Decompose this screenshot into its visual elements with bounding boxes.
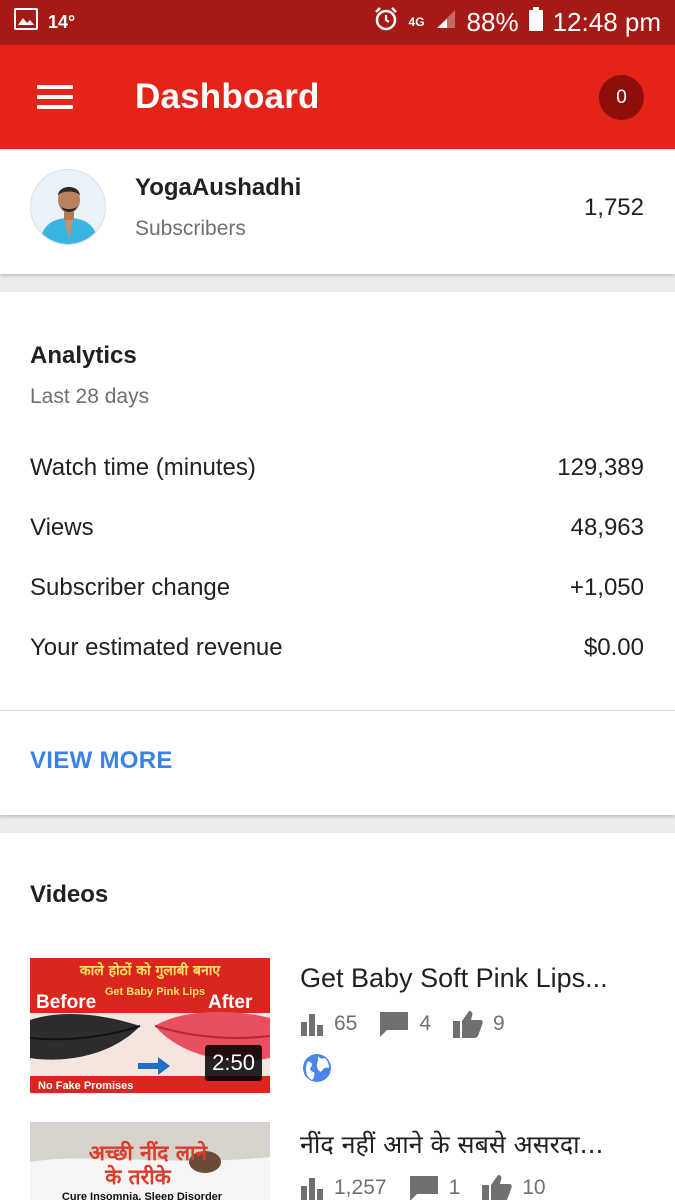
video-thumbnail[interactable]: अच्छी नींद लाने के तरीके Cure Insomnia, … [30, 1122, 270, 1200]
temperature-text: 14° [48, 12, 76, 32]
status-bar: 14° 4G 88% 12:48 pm [0, 0, 675, 45]
video-thumbnail[interactable]: काले होठों को गुलाबी बनाए Get Baby Pink … [30, 958, 270, 1093]
analytics-period: Last 28 days [30, 385, 150, 408]
metric-label: Watch time (minutes) [30, 454, 256, 481]
thumb-before-text: Before [36, 992, 96, 1013]
analytics-row: Views 48,963 [30, 508, 644, 548]
metric-label: Views [30, 514, 94, 541]
analytics-card: Analytics Last 28 days Watch time (minut… [0, 292, 675, 815]
video-item[interactable]: काले होठों को गुलाबी बनाए Get Baby Pink … [30, 958, 645, 1098]
notification-badge[interactable]: 0 [599, 75, 644, 120]
video-title[interactable]: नींद नहीं आने के सबसे असरदा... [300, 1127, 645, 1161]
globe-icon [302, 1053, 332, 1088]
analytics-row: Your estimated revenue $0.00 [30, 628, 644, 668]
thumb-subtitle-text: Get Baby Pink Lips [105, 986, 205, 998]
videos-title: Videos [30, 881, 109, 908]
network-type: 4G [408, 15, 425, 29]
analytics-title: Analytics [30, 342, 137, 369]
views-bar-chart-icon [301, 1014, 323, 1036]
battery-icon [528, 7, 543, 38]
view-more-button[interactable]: VIEW MORE [30, 747, 173, 775]
metric-value: 129,389 [557, 454, 644, 481]
analytics-row: Subscriber change +1,050 [30, 568, 644, 608]
videos-card: Videos काले होठों को गुलाबी बनाए Get Bab… [0, 833, 675, 1200]
clock-time: 12:48 pm [552, 7, 661, 37]
page-title: Dashboard [135, 77, 320, 116]
subscribers-label: Subscribers [135, 217, 246, 240]
comment-icon [409, 1176, 438, 1200]
channel-avatar [30, 169, 106, 245]
analytics-row: Watch time (minutes) 129,389 [30, 448, 644, 488]
divider [0, 710, 675, 711]
comment-icon [380, 1012, 409, 1037]
channel-card[interactable]: YogaAushadhi Subscribers 1,752 [0, 149, 675, 274]
hamburger-icon [37, 79, 73, 115]
metric-value: $0.00 [583, 634, 644, 661]
video-item[interactable]: अच्छी नींद लाने के तरीके Cure Insomnia, … [30, 1122, 645, 1200]
views-bar-chart-icon [301, 1178, 323, 1200]
metric-label: Your estimated revenue [30, 634, 283, 661]
metric-value: +1,050 [569, 574, 644, 601]
thumb-title-text: काले होठों को गुलाबी बनाए [79, 962, 222, 980]
comments-count: 1 [448, 1176, 461, 1199]
alarm-icon [373, 6, 399, 39]
channel-name: YogaAushadhi [135, 174, 302, 201]
views-count: 1,257 [334, 1176, 387, 1199]
video-stats: 1,257 1 10 [300, 1174, 568, 1200]
app-bar: Dashboard 0 [0, 45, 675, 149]
gallery-notification-icon [14, 8, 38, 37]
thumbs-up-icon [453, 1011, 483, 1038]
signal-icon [435, 8, 457, 37]
video-duration: 2:50 [205, 1045, 262, 1081]
subscribers-count: 1,752 [583, 194, 644, 221]
likes-count: 9 [493, 1012, 505, 1035]
battery-percent: 88% [466, 7, 519, 37]
metric-value: 48,963 [570, 514, 644, 541]
views-count: 65 [334, 1012, 358, 1035]
thumbs-up-icon [482, 1175, 512, 1200]
likes-count: 10 [522, 1176, 546, 1199]
video-stats: 65 4 9 [300, 1010, 527, 1038]
thumb-title-text: अच्छी नींद लाने [89, 1140, 208, 1165]
comments-count: 4 [419, 1012, 432, 1035]
thumb-footer-text: No Fake Promises [38, 1080, 133, 1092]
thumb-after-text: After [208, 992, 253, 1013]
menu-button[interactable] [0, 45, 110, 149]
thumb-footer-text: Cure Insomnia, Sleep Disorder [62, 1191, 223, 1200]
metric-label: Subscriber change [30, 574, 231, 601]
video-title[interactable]: Get Baby Soft Pink Lips... [300, 963, 645, 994]
thumb-title-text-2: के तरीके [104, 1164, 171, 1189]
